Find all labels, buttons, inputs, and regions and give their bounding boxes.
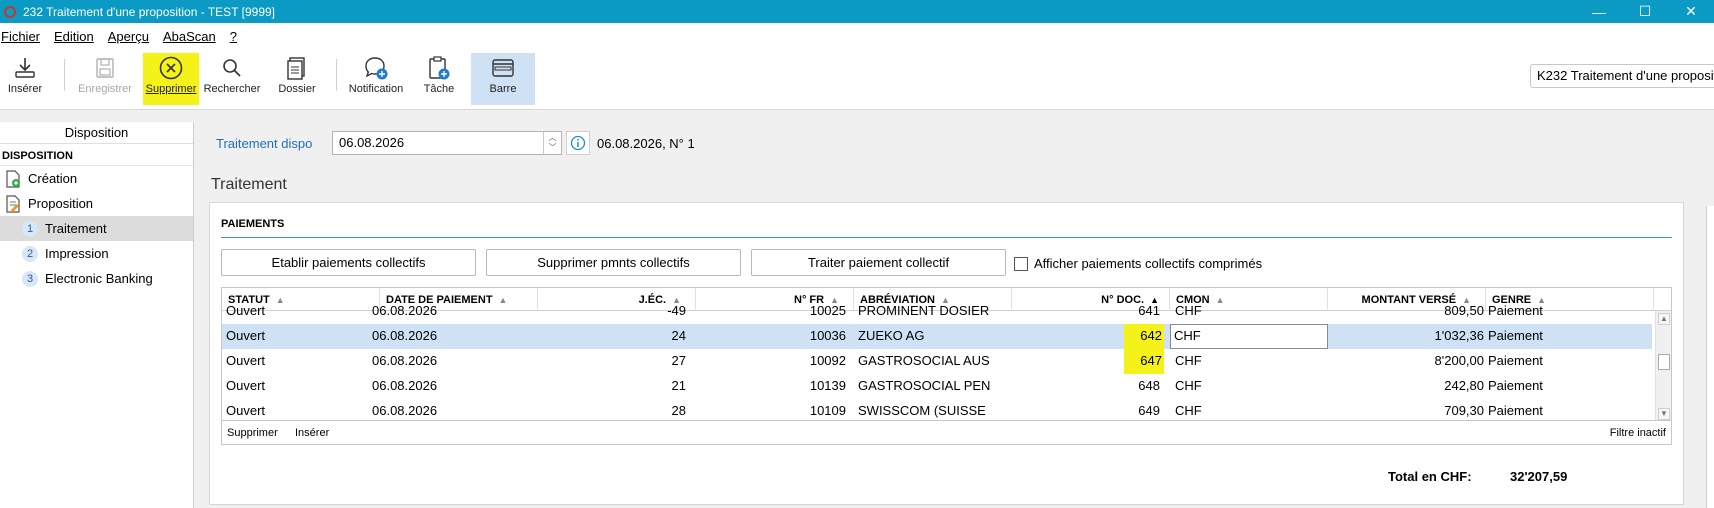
program-field[interactable]: K232 Traitement d'une proposition [1530, 64, 1714, 88]
scroll-up-icon[interactable]: ▲ [1658, 313, 1670, 325]
clipboard-task-icon [426, 53, 452, 83]
divider [221, 237, 1672, 238]
sidebar-step-electronic-banking[interactable]: 3 Electronic Banking [0, 266, 193, 291]
toolbar-separator [64, 59, 65, 91]
insert-button[interactable]: Insérer [6, 53, 44, 105]
search-button[interactable]: Rechercher [204, 53, 260, 105]
window-title: 232 Traitement d'une proposition - TEST … [23, 4, 275, 19]
document-stack-icon [285, 53, 309, 83]
main-area: Traitement dispo 06.08.2026 ︿ ﹀ 06.08.202… [204, 122, 1714, 508]
task-button[interactable]: Tâche [420, 53, 458, 105]
search-icon [220, 53, 244, 83]
process-collective-payment-button[interactable]: Traiter paiement collectif [751, 249, 1006, 276]
close-button[interactable]: ✕ [1668, 0, 1714, 23]
sidebar-step-traitement[interactable]: 1 Traitement [0, 216, 193, 241]
table-row-selected[interactable]: Ouvert 06.08.2026 24 10036 ZUEKO AG 642 … [222, 324, 1652, 349]
doc-no-highlight: 647 [1124, 349, 1164, 374]
sidebar-step-impression[interactable]: 2 Impression [0, 241, 193, 266]
scroll-down-icon[interactable]: ▼ [1658, 408, 1670, 420]
app-icon [4, 5, 16, 18]
create-collective-payments-button[interactable]: Etablir paiements collectifs [221, 249, 476, 276]
disposition-info: 06.08.2026, N° 1 [597, 136, 695, 151]
date-input[interactable]: 06.08.2026 ︿ ﹀ [332, 131, 562, 155]
compressed-payments-checkbox[interactable]: Afficher paiements collectifs comprimés [1014, 256, 1262, 271]
sidebar-item-proposition[interactable]: Proposition [0, 191, 193, 216]
sidebar-item-creation[interactable]: Création [0, 166, 193, 191]
section-title: Traitement [211, 176, 287, 193]
payments-title: PAIEMENTS [221, 218, 285, 230]
filter-status: Filtre inactif [1609, 427, 1666, 439]
delete-circle-x-icon [158, 53, 184, 83]
folder-button[interactable]: Dossier [274, 53, 320, 105]
checkbox[interactable] [1014, 256, 1028, 271]
sidebar: Disposition DISPOSITION Création Proposi… [0, 122, 194, 508]
table-row[interactable]: Ouvert 06.08.2026 27 10092 GASTROSOCIAL … [222, 349, 1652, 374]
save-icon [93, 53, 117, 83]
maximize-button[interactable]: ☐ [1622, 0, 1668, 23]
table-row[interactable]: Ouvert 06.08.2026 21 10139 GASTROSOCIAL … [222, 374, 1652, 399]
doc-no-highlight: 642 [1124, 324, 1164, 349]
menu-abascan[interactable]: AbaScan [163, 29, 216, 44]
total-label: Total en CHF: [1388, 469, 1472, 484]
menu-help[interactable]: ? [230, 29, 237, 44]
toolbar-separator [336, 59, 337, 91]
delete-collective-payments-button[interactable]: Supprimer pmnts collectifs [486, 249, 741, 276]
delete-button[interactable]: Supprimer [143, 53, 199, 105]
notification-button[interactable]: Notification [346, 53, 406, 105]
grid-footer: Supprimer Insérer Filtre inactif [221, 421, 1672, 445]
grid-insert-link[interactable]: Insérer [295, 427, 329, 439]
minimize-button[interactable]: — [1576, 0, 1622, 23]
info-icon [570, 135, 586, 151]
window-bar-icon [489, 53, 517, 83]
sidebar-header: Disposition [0, 122, 193, 144]
payments-grid: STATUT ▲ DATE DE PAIEMENT ▲ J.ÉC. ▲ N° FR ▲ … [221, 287, 1672, 421]
table-row[interactable]: Ouvert 06.08.2026 28 10109 SWISSCOM (SUI… [222, 399, 1652, 420]
menu-bar: Fichier Edition Aperçu AbaScan ? [0, 23, 1714, 49]
total-value: 32'207,59 [1510, 469, 1568, 484]
menu-apercu[interactable]: Aperçu [108, 29, 149, 44]
insert-icon [13, 53, 37, 83]
document-add-icon [4, 169, 22, 188]
save-button[interactable]: Enregistrer [76, 53, 134, 105]
toolbar: Insérer Enregistrer Supprimer Rechercher… [0, 49, 1714, 110]
grid-delete-link[interactable]: Supprimer [227, 427, 278, 439]
notification-bubble-icon [362, 53, 390, 83]
scroll-thumb[interactable] [1658, 354, 1670, 370]
table-row[interactable]: Ouvert 06.08.2026 -49 10025 PROMINENT DO… [222, 299, 1652, 324]
sidebar-section-title: DISPOSITION [0, 146, 193, 166]
payments-panel: PAIEMENTS Etablir paiements collectifs S… [209, 202, 1684, 505]
treatment-label: Traitement dispo [216, 135, 313, 151]
title-bar: 232 Traitement d'une proposition - TEST … [0, 0, 1714, 23]
bar-button[interactable]: Barre [471, 53, 535, 105]
info-button[interactable] [566, 131, 590, 155]
right-edge-panel [1706, 206, 1714, 508]
menu-edition[interactable]: Edition [54, 29, 94, 44]
vertical-scrollbar[interactable]: ▲ ▼ [1655, 311, 1671, 420]
date-spinner[interactable]: ︿ ﹀ [543, 132, 561, 154]
menu-fichier[interactable]: Fichier [1, 29, 40, 44]
document-edit-icon [4, 194, 22, 213]
currency-edit-cell[interactable]: CHF [1170, 324, 1328, 349]
